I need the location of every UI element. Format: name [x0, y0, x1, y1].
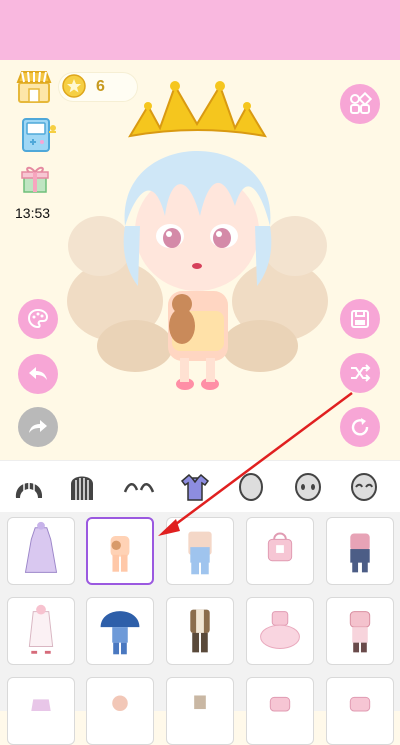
peach-bear-outfit[interactable] [86, 517, 154, 585]
partial-outfit-3[interactable] [166, 677, 234, 745]
save-button[interactable] [340, 299, 380, 339]
redo-icon [29, 420, 47, 433]
shuffle-icon [351, 364, 371, 382]
save-icon [351, 310, 369, 328]
pink-wedding-outfit[interactable] [326, 597, 394, 665]
reset-button[interactable] [340, 407, 380, 447]
undo-icon [29, 367, 47, 380]
palette-icon [27, 308, 49, 329]
hair-back-icon[interactable] [65, 470, 99, 504]
random-button[interactable] [340, 353, 380, 393]
outfit-icon[interactable] [178, 470, 212, 504]
pink-tutu-outfit[interactable] [246, 597, 314, 665]
partial-outfit-2[interactable] [86, 677, 154, 745]
lavender-dress-outfit[interactable] [7, 517, 75, 585]
reset-icon [351, 418, 369, 436]
partial-outfit-1[interactable] [7, 677, 75, 745]
blue-overalls-outfit[interactable] [166, 517, 234, 585]
blue-mushroom-outfit[interactable] [86, 597, 154, 665]
grid-menu-icon [350, 92, 372, 114]
palette-button[interactable] [18, 299, 58, 339]
arcade-machine-icon[interactable] [20, 118, 60, 152]
grid-menu-button[interactable] [340, 84, 380, 124]
undo-button[interactable] [18, 354, 58, 394]
gift-icon[interactable] [21, 164, 49, 194]
face-expression-icon[interactable] [291, 470, 325, 504]
partial-outfit-4[interactable] [246, 677, 314, 745]
face-shape-icon[interactable] [234, 470, 268, 504]
clock-time: 13:53 [15, 205, 51, 221]
navy-maid-outfit[interactable] [326, 517, 394, 585]
doll-character [60, 66, 335, 406]
white-angel-outfit[interactable] [7, 597, 75, 665]
shop-icon[interactable] [15, 68, 53, 106]
hair-front-icon[interactable] [12, 470, 46, 504]
face-closed-eyes-icon[interactable] [347, 470, 381, 504]
pink-ribbon-outfit[interactable] [246, 517, 314, 585]
top-bar [0, 0, 400, 60]
brown-vest-outfit[interactable] [166, 597, 234, 665]
eyebrows-icon[interactable] [122, 470, 156, 504]
partial-outfit-5[interactable] [326, 677, 394, 745]
redo-button[interactable] [18, 407, 58, 447]
